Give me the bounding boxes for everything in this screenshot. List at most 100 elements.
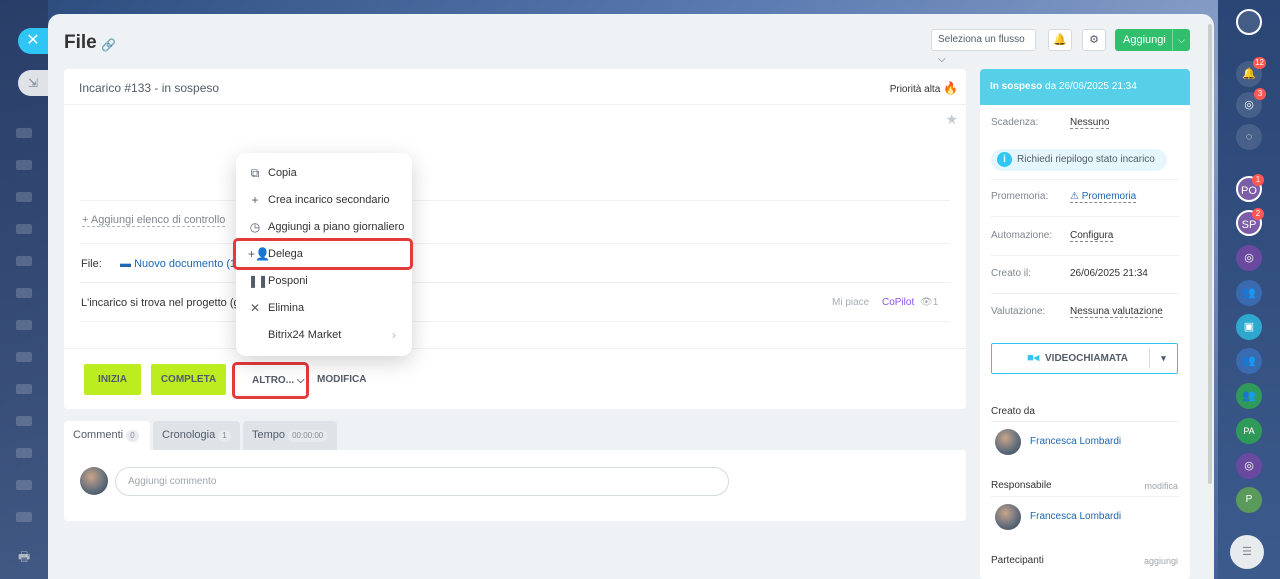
sidebar-ghost-item [16, 320, 32, 330]
tab-comments[interactable]: Commenti 0 [64, 421, 150, 450]
eye-icon: 👁 [920, 297, 933, 308]
copy-icon: ⧉ [250, 166, 260, 180]
avatar [80, 467, 108, 495]
sidebar-ghost-item [16, 224, 32, 234]
highlight-delegate-item [233, 238, 413, 270]
notifications-badge: 12 [1253, 57, 1266, 69]
responsible-person[interactable]: Francesca Lombardi [995, 504, 1185, 532]
comment-input[interactable]: Aggiungi commento [115, 467, 729, 496]
created-by-label: Creato da [991, 406, 1035, 417]
task-side-panel: In sospeso da 26/06/2025 21:34 Scadenza:… [980, 69, 1190, 579]
responsible-label: Responsabile [991, 480, 1052, 491]
chat-icon[interactable]: ◌ [1236, 124, 1262, 150]
sidebar-ghost-item [16, 256, 32, 266]
divider [991, 179, 1179, 180]
scrollbar[interactable] [1208, 24, 1212, 484]
flow-select[interactable]: Seleziona un flusso ⌵ [931, 29, 1036, 65]
tab-history[interactable]: Cronologia 1 [153, 421, 240, 450]
close-icon: ✕ [26, 32, 40, 49]
info-icon: i [997, 152, 1012, 167]
reminder-icon: ⚠ [1070, 191, 1082, 202]
tab-time[interactable]: Tempo 00:00:00 [243, 421, 337, 450]
copy-link-icon[interactable]: 🔗 [101, 38, 116, 52]
right-toolbar: 🔔 12 ◎ 3 ◌ PO 1 SP 2 ◎ 👥 ▣ 👥 👥 PA ◎ P ☰ [1218, 0, 1280, 579]
project-text: L'incarico si trova nel progetto (g [81, 297, 240, 309]
channel-icon[interactable]: ◎ [1236, 453, 1262, 479]
gear-icon: ⚙ [1089, 34, 1099, 46]
divider [991, 216, 1179, 217]
add-participant-link[interactable]: aggiungi [1144, 556, 1178, 566]
file-link[interactable]: ▬ Nuovo documento (1)... [120, 258, 249, 270]
task-title: Incarico #133 - in sospeso [79, 81, 220, 95]
change-responsible-link[interactable]: modifica [1144, 481, 1178, 491]
chat-avatar-po[interactable]: PO 1 [1236, 174, 1264, 202]
menu-item-copy[interactable]: ⧉ Copia [236, 160, 412, 187]
request-summary-button[interactable]: i Richiedi riepilogo stato incarico [991, 149, 1167, 171]
bell-button[interactable]: 🔔 [1048, 29, 1072, 51]
activity-icon[interactable]: ◎ 3 [1236, 88, 1266, 118]
menu-item-add-to-daily-plan[interactable]: ◷ Aggiungi a piano giornaliero [236, 214, 412, 241]
chevron-right-icon: › [392, 328, 396, 342]
divider [991, 421, 1179, 422]
automation-value[interactable]: Configura [1070, 230, 1114, 242]
avatar [995, 429, 1021, 455]
reminder-value[interactable]: ⚠ Promemoria [1070, 191, 1137, 203]
camera-icon: ■◂ [1027, 352, 1040, 364]
video-call-button[interactable]: ■◂ VIDEOCHIAMATA ▾ [991, 343, 1178, 374]
settings-button[interactable]: ⚙ [1082, 29, 1106, 51]
page-title: File [64, 32, 97, 53]
created-value: 26/06/2025 21:34 [1070, 268, 1148, 279]
menu-item-delete[interactable]: ✕ Elimina [236, 295, 412, 322]
sidebar-ghost-item [16, 128, 32, 138]
chevron-down-icon[interactable]: ⌵ [1172, 29, 1190, 51]
deadline-row: Scadenza: Nessuno [991, 117, 1110, 129]
sidebar-ghost-item [16, 192, 32, 202]
views-count: 👁1 [920, 297, 939, 308]
creator-person[interactable]: Francesca Lombardi [995, 429, 1185, 457]
copilot-button[interactable]: CoPilot [882, 297, 914, 308]
like-button[interactable]: Mi piace [832, 297, 869, 308]
automation-row: Automazione: Configura [991, 230, 1114, 242]
open-line-icon[interactable]: ▣ [1236, 314, 1262, 340]
reminder-row: Promemoria: ⚠ Promemoria [991, 191, 1137, 203]
status-header: In sospeso da 26/06/2025 21:34 [980, 69, 1190, 105]
chat-avatar-pa[interactable]: PA [1236, 418, 1262, 444]
minimize-slider-button[interactable]: ⇲ [18, 70, 48, 96]
start-button[interactable]: INIZIA [84, 364, 141, 395]
edit-button[interactable]: MODIFICA [317, 374, 366, 385]
group-chat-icon[interactable]: 👥 [1236, 383, 1262, 409]
add-checklist-link[interactable]: + Aggiungi elenco di controllo [82, 214, 226, 227]
chevron-down-icon[interactable]: ▾ [1149, 349, 1177, 368]
divider [991, 293, 1179, 294]
divider [80, 282, 950, 283]
divider [64, 348, 966, 349]
notifications-icon[interactable]: 🔔 12 [1236, 57, 1266, 87]
divider [80, 243, 950, 244]
task-card: Incarico #133 - in sospeso Priorità alta… [64, 69, 966, 409]
deadline-value[interactable]: Nessuno [1070, 117, 1110, 129]
highlight-more-button [232, 362, 309, 399]
plus-icon: + [251, 193, 259, 207]
add-button[interactable]: Aggiungi ⌵ [1115, 29, 1190, 51]
rating-row: Valutazione: Nessuna valutazione [991, 306, 1163, 318]
close-slider-button[interactable]: ✕ [18, 28, 48, 54]
group-chat-icon[interactable]: 👥 [1236, 348, 1262, 374]
menu-item-create-subtask[interactable]: + Crea incarico secondario [236, 187, 412, 214]
sidebar-ghost-item [16, 512, 32, 522]
complete-button[interactable]: COMPLETA [151, 364, 226, 395]
divider [991, 255, 1179, 256]
chat-avatar-sp[interactable]: SP 2 [1236, 208, 1264, 236]
rating-value[interactable]: Nessuna valutazione [1070, 306, 1163, 318]
channel-icon[interactable]: ◎ [1236, 245, 1262, 271]
user-avatar[interactable] [1236, 9, 1262, 35]
group-chat-icon[interactable]: 👥 [1236, 280, 1262, 306]
menu-icon[interactable]: ☰ [1230, 535, 1264, 569]
menu-item-bitrix24-market[interactable]: Bitrix24 Market › [236, 322, 412, 349]
priority-badge[interactable]: Priorità alta 🔥 [890, 81, 958, 95]
print-icon[interactable]: 🖶 [18, 548, 32, 564]
chat-avatar-p[interactable]: P [1236, 487, 1262, 513]
star-icon[interactable]: ★ [945, 111, 958, 128]
divider [80, 321, 950, 322]
menu-item-postpone[interactable]: ❚❚ Posponi [236, 268, 412, 295]
sidebar-ghost-item [16, 384, 32, 394]
